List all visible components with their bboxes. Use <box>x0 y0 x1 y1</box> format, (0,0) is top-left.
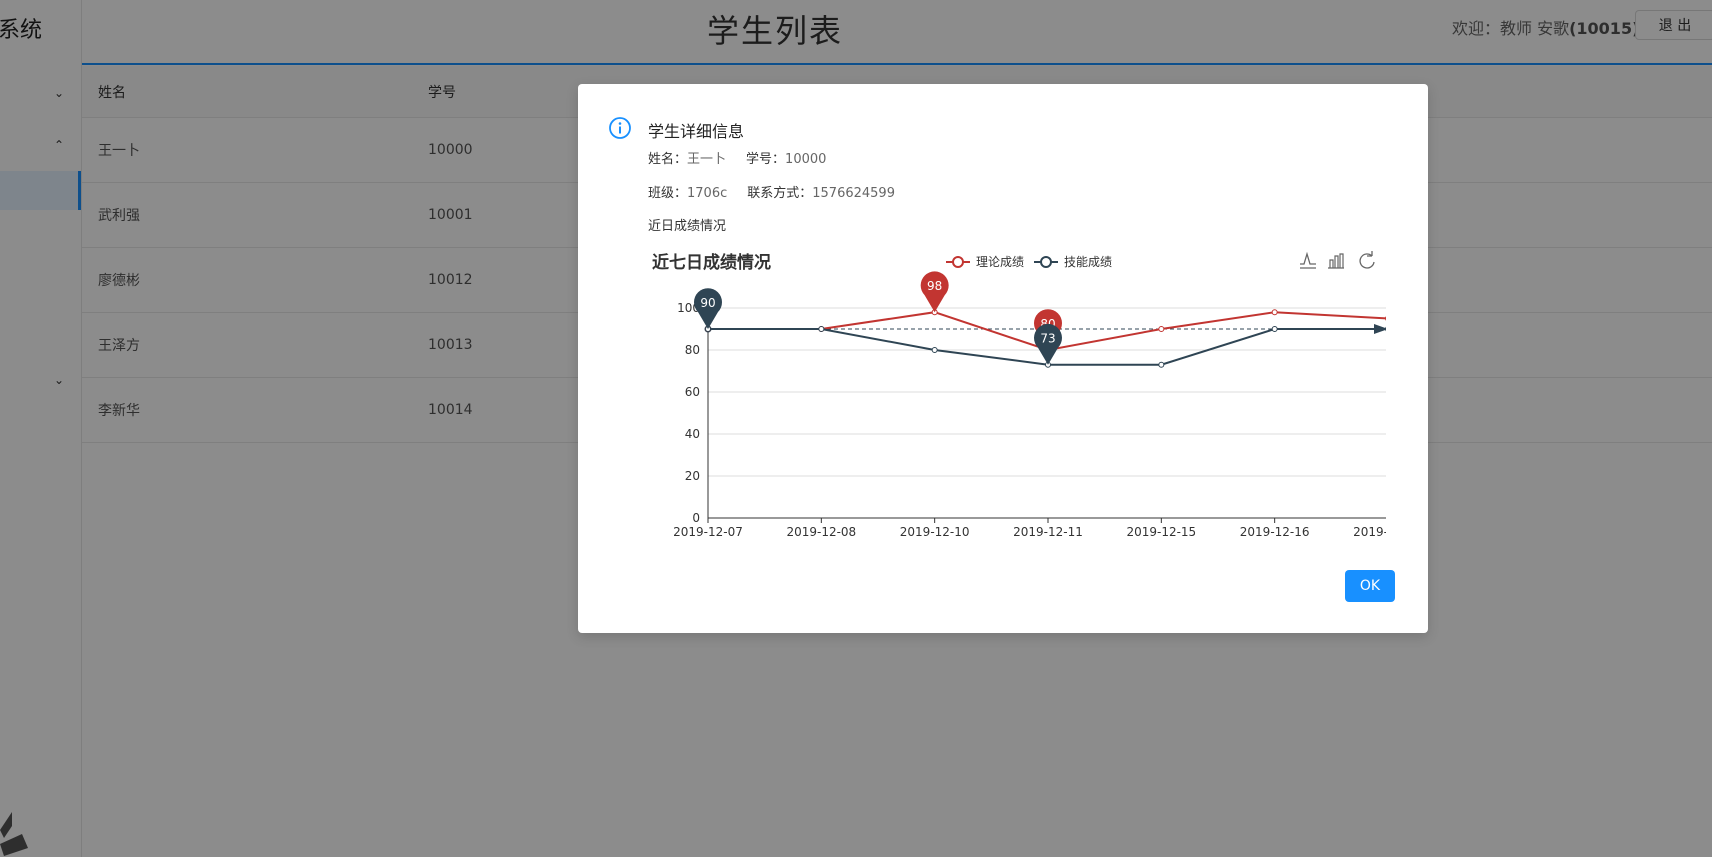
section-label: 近日成绩情况 <box>648 219 727 234</box>
contact-label: 联系方式： <box>747 186 813 201</box>
student-detail-modal: 学生详细信息 姓名：王一卜 学号：10000 班级：1706c 联系方式：15766… <box>578 84 1428 633</box>
data-point <box>1385 326 1386 332</box>
legend-marker <box>952 256 964 268</box>
y-tick-label: 40 <box>685 427 700 441</box>
x-tick-label: 2019-12-16 <box>1240 525 1310 539</box>
line-icon <box>1300 251 1316 269</box>
x-tick-label: 2019-12-11 <box>1013 525 1083 539</box>
info-icon <box>609 117 631 139</box>
id-label: 学号： <box>746 152 786 167</box>
name-label: 姓名： <box>648 152 688 167</box>
mark-pin-label: 90 <box>700 296 715 310</box>
chart-title: 近七日成绩情况 <box>652 252 771 273</box>
x-tick-label: 2019-12-15 <box>1126 525 1196 539</box>
mark-pin-label: 73 <box>1040 332 1055 346</box>
legend-label: 技能成绩 <box>1064 255 1112 269</box>
contact-value: 1576624599 <box>812 186 895 201</box>
x-tick-label: 2019-12-08 <box>786 525 856 539</box>
y-tick-label: 0 <box>692 511 700 525</box>
data-point <box>1158 361 1165 368</box>
class-label: 班级： <box>648 186 688 201</box>
x-tick-label: 2019-12-18 <box>1353 525 1386 539</box>
data-point <box>1158 326 1165 332</box>
y-tick-label: 20 <box>685 469 700 483</box>
data-point <box>1271 309 1278 316</box>
id-value: 10000 <box>785 152 827 167</box>
score-chart: 近七日成绩情况 理论成绩 技能成绩0204060801002019-12-07 201… <box>652 251 1386 539</box>
name-id-line: 姓名：王一卜 学号：10000 <box>648 148 826 167</box>
y-tick-label: 80 <box>685 343 700 357</box>
x-tick-label: 2019-12-10 <box>900 525 970 539</box>
y-tick-label: 60 <box>685 385 700 399</box>
restore-icon <box>1359 251 1375 269</box>
legend-label: 理论成绩 <box>976 255 1024 269</box>
data-point <box>818 326 825 332</box>
mark-pin-label: 98 <box>927 279 942 293</box>
modal-title: 学生详细信息 <box>648 122 745 141</box>
class-value: 1706c <box>687 186 728 201</box>
ok-button[interactable]: OK <box>1345 570 1395 602</box>
x-tick-label: 2019-12-07 <box>673 525 743 539</box>
legend-marker <box>1040 256 1052 268</box>
data-point <box>931 347 938 353</box>
data-point <box>1385 316 1386 321</box>
bar-icon <box>1328 253 1344 269</box>
name-value: 王一卜 <box>687 152 727 167</box>
data-point <box>1271 326 1278 332</box>
class-contact-line: 班级：1706c 联系方式：1576624599 <box>648 182 895 201</box>
